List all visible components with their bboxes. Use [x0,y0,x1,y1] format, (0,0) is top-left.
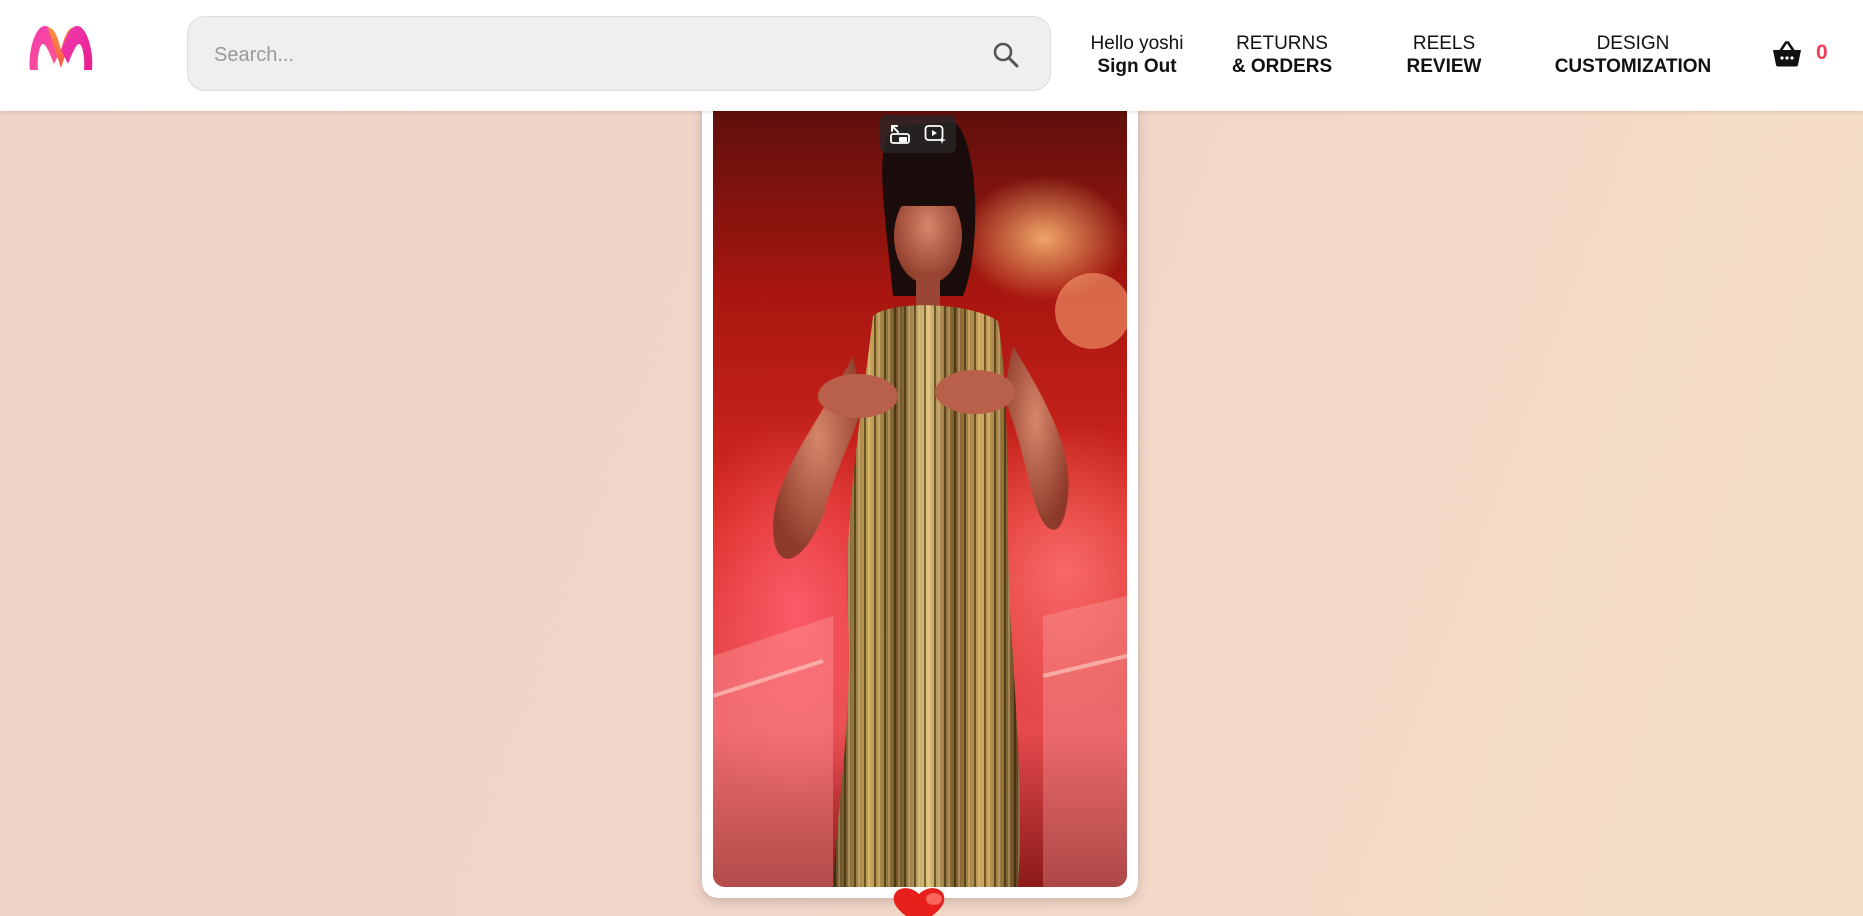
review-label: REVIEW [1406,56,1482,77]
like-button[interactable] [890,885,948,916]
customization-label: CUSTOMIZATION [1554,56,1712,77]
returns-label: RETURNS [1236,33,1328,54]
picture-in-picture-icon [890,125,910,144]
cart-button[interactable]: 0 [1772,40,1832,70]
orders-label: & ORDERS [1231,56,1333,77]
heart-icon [893,888,945,916]
video-controls-overlay [880,115,956,153]
search-input[interactable] [212,35,956,75]
cart-count-badge: 0 [1816,41,1828,64]
myntra-logo[interactable] [28,24,94,72]
video-enhance-icon [924,125,946,144]
shopping-basket-icon [1773,41,1801,67]
sign-out-link[interactable]: Sign Out [1082,55,1192,78]
reels-review-link[interactable]: REELS REVIEW [1392,32,1496,78]
video-enhance-button[interactable] [924,123,946,145]
top-navigation-bar: Hello yoshi Sign Out RETURNS & ORDERS RE… [0,0,1863,111]
reel-card [702,96,1138,898]
reel-video[interactable] [713,96,1127,887]
logo-icon [29,25,93,70]
picture-in-picture-button[interactable] [889,123,911,145]
account-greeting: Hello yoshi [1090,33,1184,54]
reel-video-frame [713,121,1127,887]
search-bar [187,16,1051,91]
account-menu[interactable]: Hello yoshi Sign Out [1082,32,1192,78]
search-button[interactable] [990,39,1022,71]
design-customization-link[interactable]: DESIGN CUSTOMIZATION [1540,32,1726,78]
reels-label: REELS [1412,33,1476,54]
returns-orders-link[interactable]: RETURNS & ORDERS [1222,32,1342,78]
search-icon [993,42,1019,68]
design-label: DESIGN [1596,33,1670,54]
